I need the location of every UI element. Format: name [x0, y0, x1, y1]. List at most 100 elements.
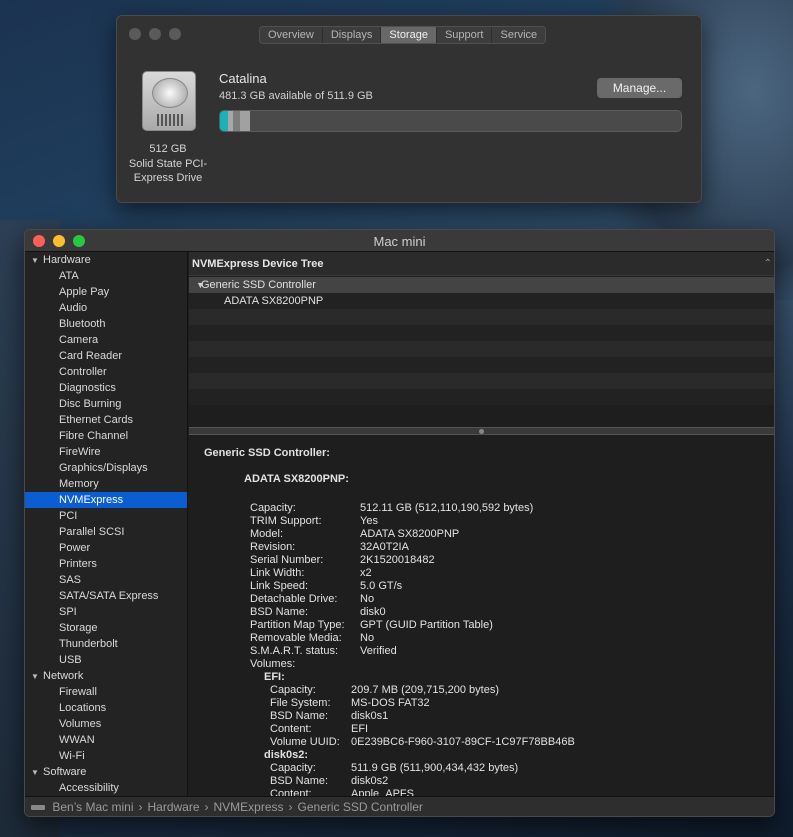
sidebar-item-wi-fi[interactable]: Wi-Fi: [25, 748, 187, 764]
sidebar: ▼ Hardware ATA Apple Pay Audio Bluetooth Camer…: [25, 252, 188, 796]
sidebar-group-network[interactable]: ▼ Network: [25, 668, 187, 684]
sidebar-item-disc-burning[interactable]: Disc Burning: [25, 396, 187, 412]
property-key: Volumes:: [250, 658, 296, 670]
sidebar-item-nvmexpress[interactable]: NVMExpress: [25, 492, 187, 508]
property-key: Link Speed:: [250, 580, 309, 592]
property-key: Link Width:: [250, 567, 305, 579]
sidebar-item-storage[interactable]: Storage: [25, 620, 187, 636]
property-row: File System: MS-DOS FAT32: [270, 697, 430, 710]
property-value: Verified: [360, 645, 397, 657]
property-key: Partition Map Type:: [250, 619, 345, 631]
tree-row-label: Generic SSD Controller: [201, 279, 316, 291]
tab-service[interactable]: Service: [492, 27, 545, 43]
property-value: 32A0T2IA: [360, 541, 409, 553]
tree-row-controller[interactable]: ▼Generic SSD Controller: [189, 277, 774, 293]
drive-type-label-line2: Express Drive: [133, 172, 203, 184]
breadcrumb-item[interactable]: NVMExpress: [214, 800, 284, 814]
breadcrumb-separator: ›: [138, 800, 143, 814]
property-row: BSD Name: disk0s2: [270, 775, 388, 788]
sidebar-item-card-reader[interactable]: Card Reader: [25, 348, 187, 364]
sidebar-item-wwan[interactable]: WWAN: [25, 732, 187, 748]
sidebar-item-controller[interactable]: Controller: [25, 364, 187, 380]
sidebar-item-apple-pay[interactable]: Apple Pay: [25, 284, 187, 300]
property-row: Detachable Drive: No: [250, 593, 374, 606]
disclosure-triangle-icon[interactable]: ▼: [189, 277, 205, 293]
sidebar-item-sata-sata-express[interactable]: SATA/SATA Express: [25, 588, 187, 604]
property-key: Detachable Drive:: [250, 593, 338, 605]
disclosure-triangle-icon[interactable]: ▼: [31, 669, 43, 685]
manage-button[interactable]: Manage...: [597, 78, 682, 98]
property-key: Content:: [270, 723, 312, 735]
breadcrumb-item[interactable]: Ben’s Mac mini: [52, 800, 133, 814]
property-key: TRIM Support:: [250, 515, 322, 527]
property-value: No: [360, 593, 375, 605]
sidebar-group-label: Hardware: [43, 254, 91, 266]
sidebar-item-camera[interactable]: Camera: [25, 332, 187, 348]
sidebar-item-firewall[interactable]: Firewall: [25, 684, 187, 700]
property-value: disk0s1: [351, 710, 389, 722]
disclosure-triangle-icon[interactable]: ▼: [31, 253, 43, 269]
property-row: S.M.A.R.T. status: Verified: [250, 645, 397, 658]
tab-support[interactable]: Support: [437, 27, 493, 43]
sidebar-item-diagnostics[interactable]: Diagnostics: [25, 380, 187, 396]
sidebar-item-memory[interactable]: Memory: [25, 476, 187, 492]
sidebar-item-firewire[interactable]: FireWire: [25, 444, 187, 460]
sidebar-group-hardware[interactable]: ▼ Hardware: [25, 252, 187, 268]
property-key: BSD Name:: [270, 775, 329, 787]
tree-row-device[interactable]: ADATA SX8200PNP: [189, 293, 774, 309]
sidebar-item-pci[interactable]: PCI: [25, 508, 187, 524]
sidebar-group-software[interactable]: ▼ Software: [25, 764, 187, 780]
sidebar-item-ata[interactable]: ATA: [25, 268, 187, 284]
minimize-button[interactable]: [149, 28, 161, 40]
pane-splitter[interactable]: [189, 427, 774, 435]
property-row: Revision: 32A0T2IA: [250, 541, 409, 554]
splitter-handle-icon: [479, 429, 484, 434]
sidebar-item-spi[interactable]: SPI: [25, 604, 187, 620]
property-key: Model:: [250, 528, 284, 540]
detail-heading: Generic SSD Controller:: [204, 447, 330, 459]
storage-segment: [240, 111, 250, 131]
property-value: disk0s2: [351, 775, 389, 787]
sidebar-item-usb[interactable]: USB: [25, 652, 187, 668]
sidebar-item-power[interactable]: Power: [25, 540, 187, 556]
sidebar-item-accessibility[interactable]: Accessibility: [25, 780, 187, 796]
sidebar-item-bluetooth[interactable]: Bluetooth: [25, 316, 187, 332]
sidebar-item-locations[interactable]: Locations: [25, 700, 187, 716]
property-key: S.M.A.R.T. status:: [250, 645, 339, 657]
sidebar-item-volumes[interactable]: Volumes: [25, 716, 187, 732]
storage-usage-bar: [219, 110, 682, 132]
drive-capacity-label: 512 GB: [149, 143, 187, 155]
property-row: Capacity: 209.7 MB (209,715,200 bytes): [270, 684, 499, 697]
sidebar-item-graphics-displays[interactable]: Graphics/Displays: [25, 460, 187, 476]
breadcrumb-item[interactable]: Generic SSD Controller: [298, 800, 423, 814]
device-tree-title: NVMExpress Device Tree: [192, 258, 324, 270]
tab-overview[interactable]: Overview: [260, 27, 323, 43]
device-tree-header[interactable]: NVMExpress Device Tree ⌃: [189, 252, 774, 276]
sidebar-item-ethernet-cards[interactable]: Ethernet Cards: [25, 412, 187, 428]
sidebar-item-thunderbolt[interactable]: Thunderbolt: [25, 636, 187, 652]
close-button[interactable]: [129, 28, 141, 40]
property-value: EFI: [351, 723, 369, 735]
property-row: Model: ADATA SX8200PNP: [250, 528, 459, 541]
sidebar-item-sas[interactable]: SAS: [25, 572, 187, 588]
tab-storage[interactable]: Storage: [381, 27, 437, 43]
property-value: 511.9 GB (511,900,434,432 bytes): [351, 762, 519, 774]
breadcrumb-item[interactable]: Hardware: [147, 800, 199, 814]
property-key: Capacity:: [270, 684, 316, 696]
disclosure-triangle-icon[interactable]: ▼: [31, 765, 43, 781]
breadcrumb-separator: ›: [204, 800, 209, 814]
sidebar-item-audio[interactable]: Audio: [25, 300, 187, 316]
about-this-mac-window: Overview Displays Storage Support Service 51…: [116, 15, 702, 203]
tab-displays[interactable]: Displays: [323, 27, 382, 43]
tree-row-empty: [189, 325, 774, 341]
sidebar-item-printers[interactable]: Printers: [25, 556, 187, 572]
breadcrumb: Ben’s Mac mini › Hardware › NVMExpress › Gener…: [25, 796, 774, 816]
content-pane: NVMExpress Device Tree ⌃ ▼Generic SSD Co…: [189, 252, 774, 796]
property-row: Partition Map Type: GPT (GUID Partition T…: [250, 619, 493, 632]
zoom-button[interactable]: [169, 28, 181, 40]
sidebar-item-fibre-channel[interactable]: Fibre Channel: [25, 428, 187, 444]
sidebar-item-parallel-scsi[interactable]: Parallel SCSI: [25, 524, 187, 540]
property-row: Capacity: 511.9 GB (511,900,434,432 bytes…: [270, 762, 518, 775]
property-value: ADATA SX8200PNP: [360, 528, 460, 540]
volume-name: Catalina: [219, 71, 267, 86]
